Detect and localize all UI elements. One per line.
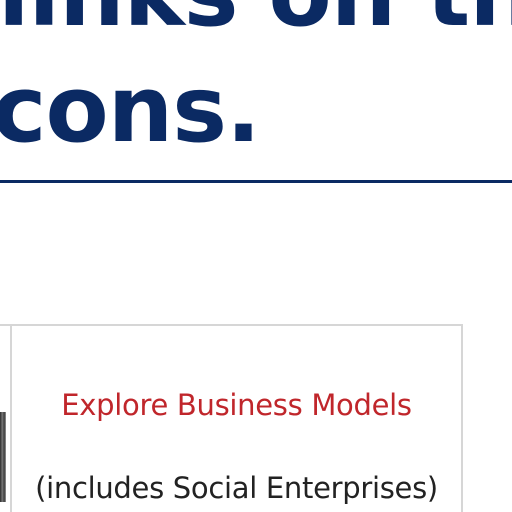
thumbnail-image[interactable] bbox=[0, 412, 6, 502]
page-heading-line-1: links on th bbox=[0, 0, 512, 40]
heading-divider bbox=[0, 180, 512, 183]
table-cell-explore: Explore Business Models (includes Social… bbox=[12, 326, 461, 512]
explore-subtext: (includes Social Enterprises) bbox=[35, 471, 438, 505]
page: links on th cons. Explore Business Model… bbox=[0, 0, 512, 512]
page-heading-line-2: cons. bbox=[0, 56, 261, 163]
explore-business-models-link[interactable]: Explore Business Models bbox=[12, 388, 461, 422]
